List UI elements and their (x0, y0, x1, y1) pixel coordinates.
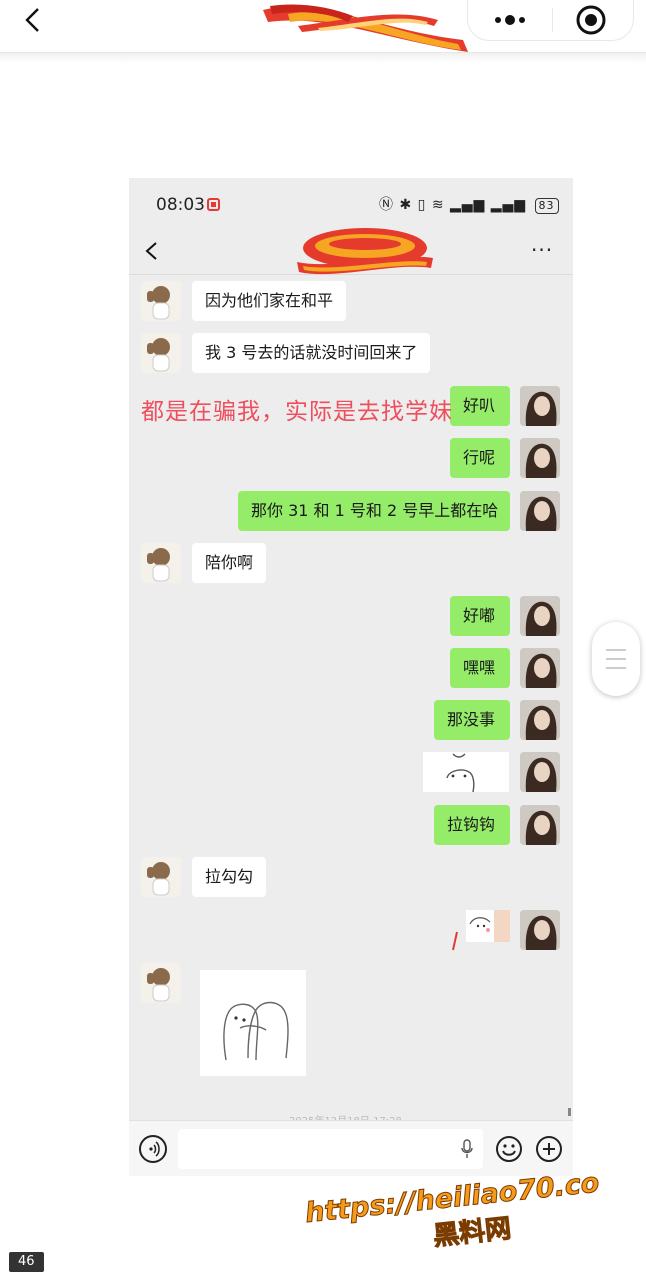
back-icon[interactable] (20, 6, 48, 34)
message-bubble-right[interactable]: 那没事 (434, 700, 510, 740)
page-number-badge: 46 (9, 1252, 44, 1272)
my-avatar-image (520, 805, 560, 845)
wifi-icon: ≋ (431, 197, 445, 213)
contact-avatar[interactable] (141, 857, 181, 897)
message-bubble-right[interactable]: 那你 31 和 1 号和 2 号早上都在哈 (238, 491, 510, 531)
contact-avatar-image (147, 968, 170, 1002)
my-avatar[interactable] (520, 491, 560, 531)
my-avatar-image (520, 438, 560, 478)
chat-more-icon[interactable]: ··· (531, 238, 553, 262)
contact-avatar[interactable] (141, 543, 181, 583)
sticker-bear-icon (446, 753, 475, 792)
status-icons: Ⓝ ✱ ▯ ≋ ▂▄▆ ▂▄▆ 83 (379, 194, 559, 214)
my-avatar-image (520, 910, 560, 950)
watermark-name: 黑料网 (432, 1214, 513, 1250)
message-bubble-left[interactable]: 我 3 号去的话就没时间回来了 (192, 333, 431, 373)
scroll-indicator[interactable] (568, 1108, 571, 1116)
battery-icon: 83 (534, 198, 559, 214)
chat-back-icon[interactable] (143, 240, 161, 262)
sticker-message[interactable] (466, 910, 510, 942)
voice-toggle-button[interactable] (139, 1135, 167, 1163)
message-bubble-left[interactable]: 因为他们家在和平 (192, 281, 347, 321)
red-mark-icon (452, 931, 458, 951)
contact-avatar-image (147, 862, 170, 896)
my-avatar-image (520, 596, 560, 636)
vibrate-icon: ▯ (417, 197, 427, 213)
message-bubble-right[interactable]: 好叭 (450, 386, 510, 426)
my-avatar-image (520, 700, 560, 740)
message-bubble-right[interactable]: 拉钩钩 (434, 805, 510, 845)
my-avatar[interactable] (520, 386, 560, 426)
capsule-divider (552, 8, 553, 32)
my-avatar-image (520, 386, 560, 426)
bluetooth-icon: ✱ (399, 197, 413, 213)
menu-lines-icon (606, 649, 626, 669)
top-bar-shadow (0, 53, 646, 63)
contact-avatar-image (147, 548, 170, 582)
overlay-caption: 都是在骗我，实际是去找学妹 (141, 399, 453, 425)
my-avatar[interactable] (520, 805, 560, 845)
message-bubble-left[interactable]: 陪你啊 (192, 543, 267, 583)
my-avatar-image (520, 491, 560, 531)
more-dots-icon[interactable] (484, 6, 536, 34)
censor-ribbon-chat (297, 228, 433, 275)
my-avatar[interactable] (520, 648, 560, 688)
chat-screenshot: 08:03 Ⓝ ✱ ▯ ≋ ▂▄▆ ▂▄▆ 83 ··· 因为他们家在和平 我 … (129, 178, 573, 1176)
sticker-message[interactable] (200, 970, 306, 1076)
message-bubble-right[interactable]: 行呢 (450, 438, 510, 478)
my-avatar[interactable] (520, 910, 560, 950)
my-avatar[interactable] (520, 752, 560, 792)
my-avatar[interactable] (520, 438, 560, 478)
nfc-icon: Ⓝ (379, 197, 394, 213)
screen-record-icon (207, 198, 220, 211)
target-icon[interactable] (574, 3, 608, 37)
site-watermark: https://heiliao70.com 黑料网 (303, 1164, 600, 1250)
signal-icon: ▂▄▆ (450, 197, 486, 213)
sticker-hug-icon (223, 1001, 289, 1061)
status-time: 08:03 (156, 195, 205, 215)
censor-ribbon (263, 4, 468, 52)
my-avatar[interactable] (520, 596, 560, 636)
contact-avatar-image (147, 286, 170, 320)
my-avatar-image (520, 752, 560, 792)
contact-avatar[interactable] (141, 333, 181, 373)
sticker-heart-icon (466, 910, 494, 942)
my-avatar[interactable] (520, 700, 560, 740)
voice-icon (149, 1141, 160, 1157)
floating-menu-handle[interactable] (592, 622, 640, 696)
contact-avatar[interactable] (141, 281, 181, 321)
sticker-message[interactable] (423, 752, 509, 792)
message-bubble-left[interactable]: 拉勾勾 (192, 857, 267, 897)
signal-icon-2: ▂▄▆ (490, 197, 527, 213)
contact-avatar-image (147, 338, 170, 372)
contact-avatar[interactable] (141, 963, 181, 1003)
message-bubble-right[interactable]: 嘿嘿 (450, 648, 510, 688)
my-avatar-image (520, 648, 560, 688)
mini-program-capsule (467, 0, 634, 41)
top-bar (0, 0, 646, 53)
message-bubble-right[interactable]: 好嘟 (450, 596, 510, 636)
